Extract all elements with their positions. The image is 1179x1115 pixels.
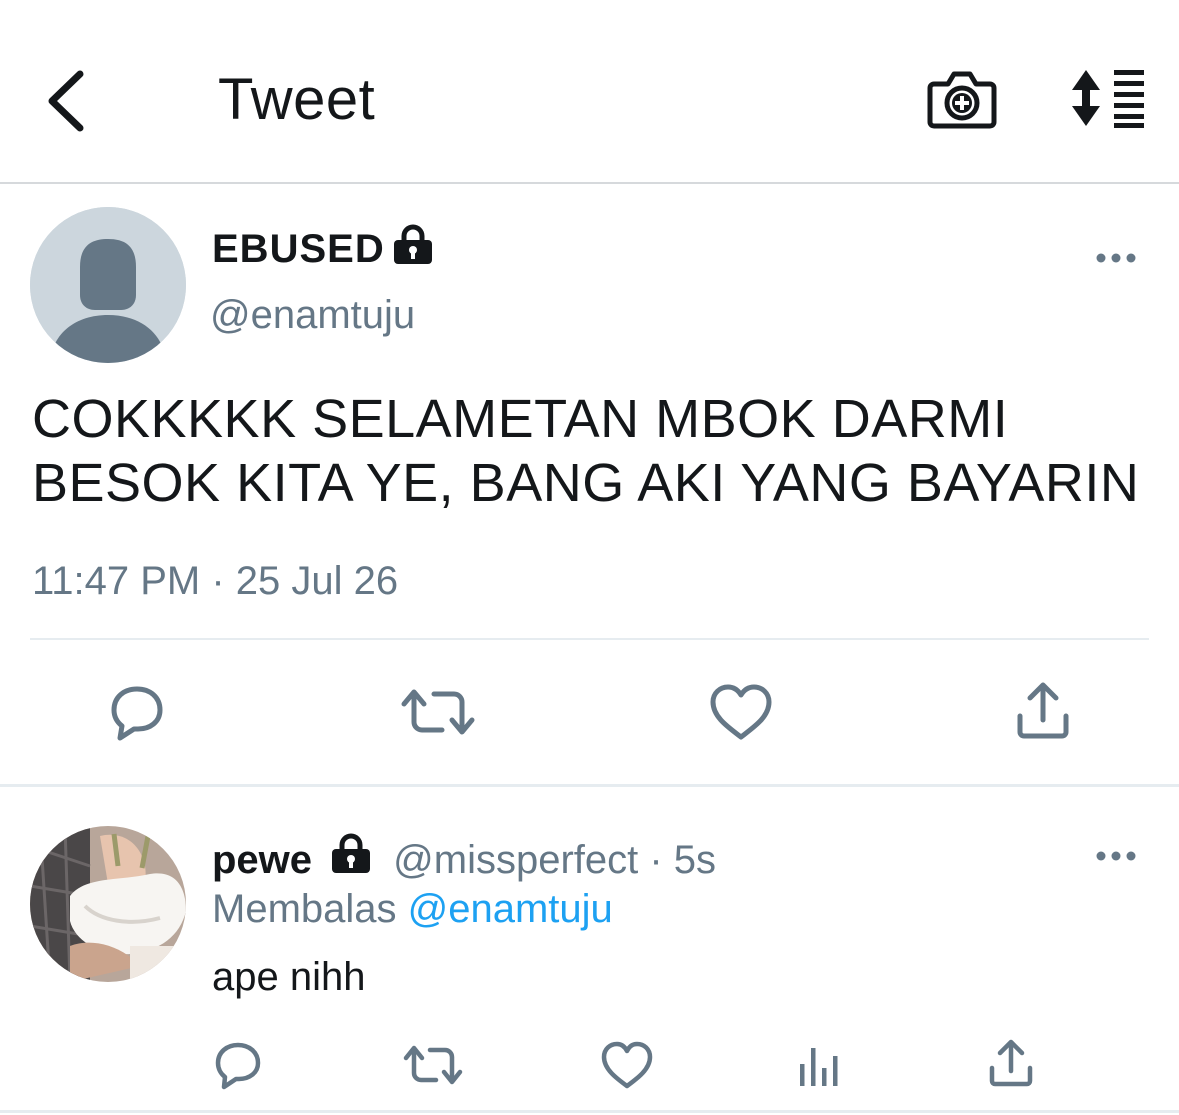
reply-retweet-button[interactable]	[402, 1040, 464, 1090]
replying-to: Membalas @enamtuju	[212, 884, 613, 934]
heart-icon	[710, 684, 772, 740]
more-dots-icon	[1096, 253, 1136, 263]
reply-avatar[interactable]	[30, 826, 186, 982]
default-avatar-icon	[30, 207, 186, 363]
chevron-left-icon	[48, 70, 84, 132]
top-nav-bar: Tweet	[0, 0, 1179, 184]
lock-icon	[392, 223, 434, 265]
section-divider	[0, 1110, 1179, 1113]
share-icon	[1017, 682, 1069, 739]
retweet-icon	[401, 689, 475, 735]
user-handle[interactable]: @enamtuju	[210, 290, 415, 340]
mention-link[interactable]: @enamtuju	[408, 887, 613, 931]
reply-share-button[interactable]	[986, 1038, 1036, 1090]
reply-handle-time[interactable]: @missperfect · 5s	[382, 838, 716, 882]
avatar[interactable]	[30, 207, 186, 363]
tweet-text-line: COKKKKK SELAMETAN MBOK DARMI	[32, 389, 1009, 449]
replying-to-label: Membalas	[212, 887, 408, 931]
reply-header: pewe @missperfect · 5s	[212, 835, 716, 885]
reply-like-button[interactable]	[600, 1040, 654, 1090]
divider	[30, 638, 1149, 640]
more-options-button[interactable]	[1094, 244, 1138, 272]
sort-list-icon	[1072, 70, 1144, 128]
add-photo-button[interactable]	[926, 66, 998, 132]
tweet-text: COKKKKK SELAMETAN MBOK DARMI BESOK KITA …	[32, 387, 1152, 515]
tweet-timestamp: 11:47 PM · 25 Jul 26	[32, 559, 399, 603]
more-dots-icon	[1096, 851, 1136, 861]
back-button[interactable]	[40, 66, 96, 136]
display-name[interactable]: EBUSED	[212, 224, 385, 274]
reply-reply-button[interactable]	[210, 1040, 266, 1090]
share-button[interactable]	[1012, 680, 1074, 742]
lock-icon	[330, 832, 372, 874]
heart-icon	[601, 1041, 653, 1089]
reply-more-options-button[interactable]	[1094, 842, 1138, 870]
sort-replies-button[interactable]	[1066, 68, 1146, 128]
camera-plus-icon	[927, 71, 997, 129]
retweet-icon	[403, 1045, 463, 1085]
reply-icon	[111, 686, 163, 741]
like-button[interactable]	[708, 682, 774, 742]
profile-photo	[30, 826, 186, 982]
section-divider	[0, 784, 1179, 787]
stats-icon	[800, 1048, 838, 1086]
share-icon	[989, 1039, 1033, 1087]
page-title: Tweet	[218, 67, 376, 132]
reply-text: ape nihh	[212, 955, 366, 999]
retweet-button[interactable]	[400, 682, 476, 742]
reply-display-name[interactable]: pewe	[212, 838, 312, 882]
tweet-text-line: BESOK KITA YE, BANG AKI YANG BAYARIN	[32, 453, 1140, 513]
reply-button[interactable]	[104, 682, 168, 742]
reply-icon	[215, 1042, 261, 1090]
reply-stats-button[interactable]	[796, 1040, 844, 1090]
